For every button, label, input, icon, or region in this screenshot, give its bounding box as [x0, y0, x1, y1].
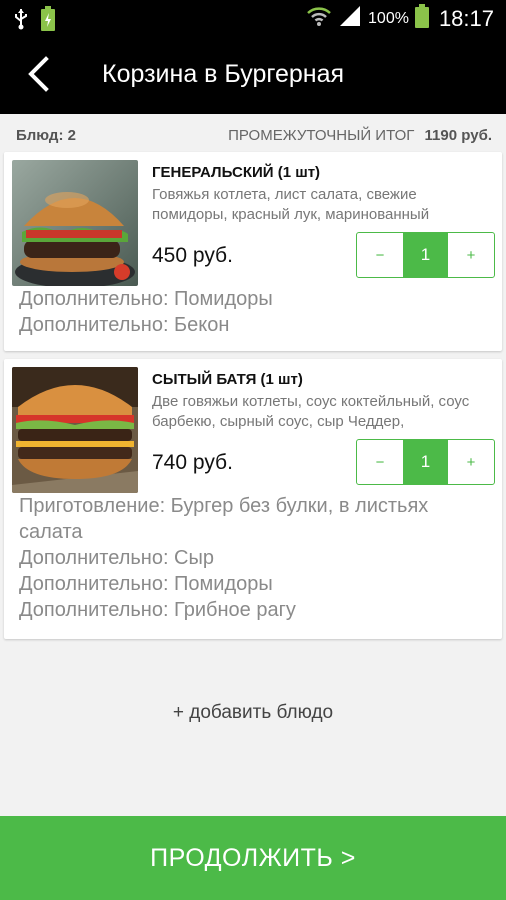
item-name: ГЕНЕРАЛЬСКИЙ (1 шт) [152, 164, 321, 181]
item-modifiers: Приготовление: Бургер без булки, в листь… [19, 493, 494, 623]
back-arrow-icon [26, 55, 50, 97]
modifier-line: Дополнительно: Бекон [19, 314, 230, 336]
clock: 18:17 [438, 5, 494, 31]
item-description: Говяжья котлета, лист салата, свежие пом… [152, 186, 430, 223]
battery-percent: 100% [368, 9, 409, 27]
add-dish-link[interactable]: + добавить блюдо [0, 702, 506, 724]
cart-item[interactable]: СЫТЫЙ БАТЯ (1 шт) Две говяжьи котлеты, с… [4, 359, 502, 639]
subtotal-value: 1190 руб. [424, 127, 492, 144]
quantity-stepper: − 1 + [356, 232, 495, 278]
quantity-value: 1 [403, 233, 448, 277]
app-bar: Корзина в Бургерная [0, 36, 506, 114]
decrease-quantity-button[interactable]: − [357, 233, 403, 277]
dish-count: Блюд: 2 [16, 127, 76, 144]
back-button[interactable] [16, 54, 60, 98]
usb-icon [14, 8, 28, 35]
subtotal-label: ПРОМЕЖУТОЧНЫЙ ИТОГ [228, 127, 415, 144]
item-name: СЫТЫЙ БАТЯ (1 шт) [152, 371, 303, 388]
item-description: Две говяжьи котлеты, соус коктейльный, с… [152, 393, 470, 430]
battery-icon [414, 4, 429, 33]
status-bar: 100% 18:17 [0, 0, 506, 36]
item-image [12, 160, 138, 286]
wifi-icon [306, 4, 332, 33]
modifier-line: Дополнительно: Помидоры [19, 288, 273, 310]
subtotal: ПРОМЕЖУТОЧНЫЙ ИТОГ 1190 руб. [228, 127, 492, 144]
modifier-line: Дополнительно: Грибное рагу [19, 599, 296, 621]
decrease-quantity-button[interactable]: − [357, 440, 403, 484]
modifier-line: Дополнительно: Помидоры [19, 573, 273, 595]
item-image [12, 367, 138, 493]
modifier-line: Дополнительно: Сыр [19, 547, 214, 569]
signal-icon [338, 4, 362, 33]
battery-charging-icon [40, 6, 56, 37]
increase-quantity-button[interactable]: + [448, 233, 494, 277]
cart-summary: Блюд: 2 ПРОМЕЖУТОЧНЫЙ ИТОГ 1190 руб. [0, 114, 506, 152]
quantity-value: 1 [403, 440, 448, 484]
item-modifiers: Дополнительно: Помидоры Дополнительно: Б… [19, 286, 494, 338]
quantity-stepper: − 1 + [356, 439, 495, 485]
modifier-line: Приготовление: Бургер без булки, в листь… [19, 495, 429, 543]
cart-item[interactable]: ГЕНЕРАЛЬСКИЙ (1 шт) Говяжья котлета, лис… [4, 152, 502, 351]
item-price: 450 руб. [152, 244, 233, 267]
page-title: Корзина в Бургерная [102, 60, 345, 88]
increase-quantity-button[interactable]: + [448, 440, 494, 484]
item-price: 740 руб. [152, 451, 233, 474]
continue-button[interactable]: ПРОДОЛЖИТЬ > [0, 816, 506, 900]
